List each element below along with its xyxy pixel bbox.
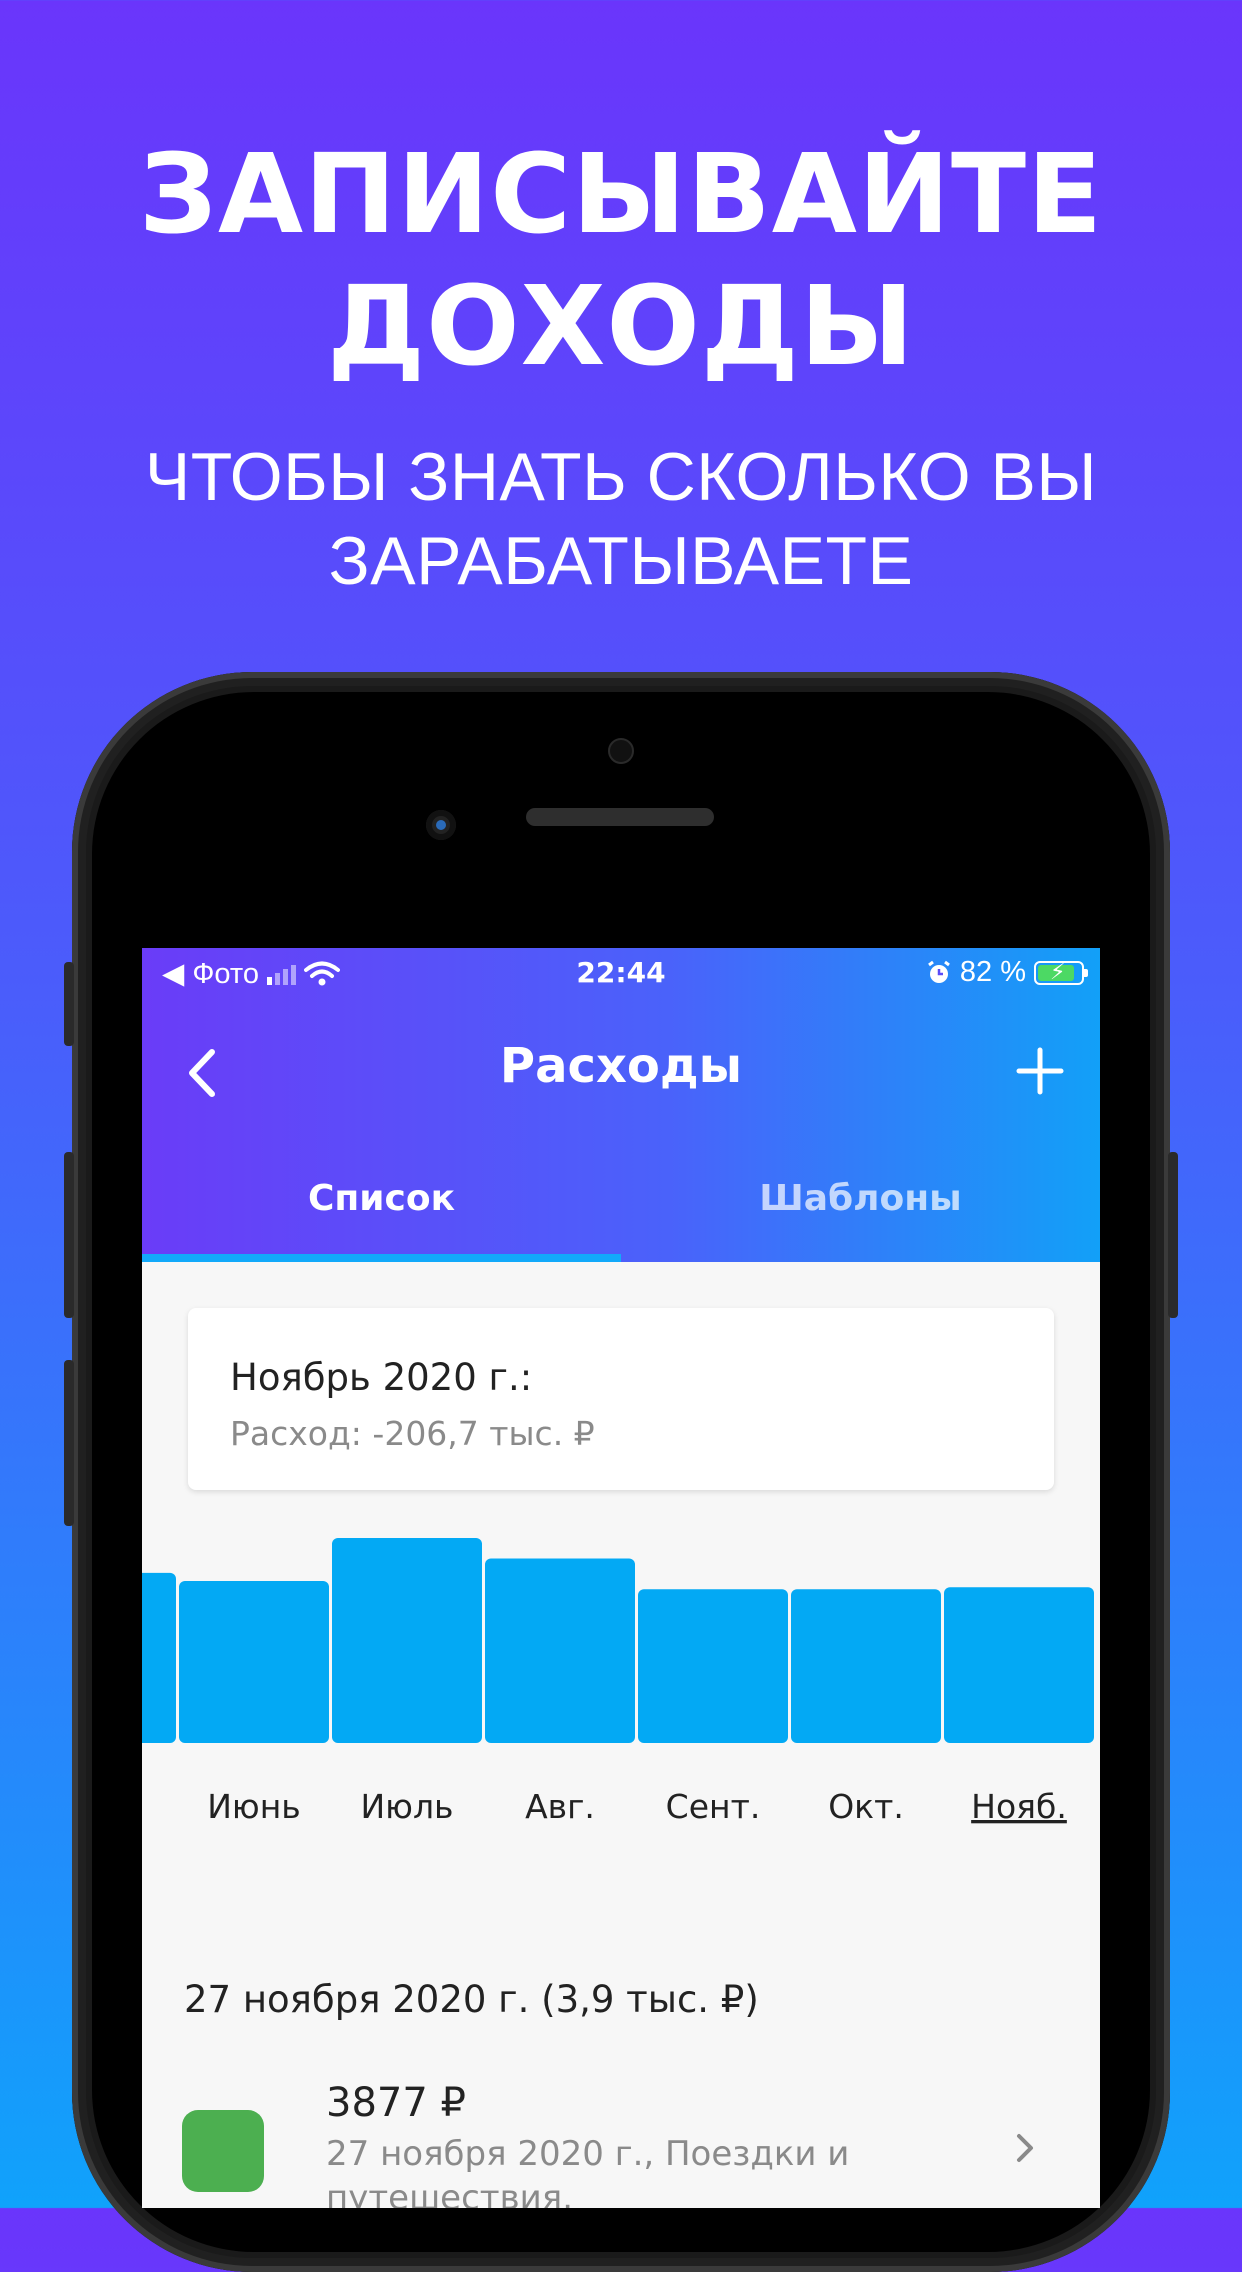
monthly-expense-chart: Июнь Июль Авг. Сент. Окт. Нояб. [142,1538,1094,1826]
chart-month-label-0[interactable]: Июнь [207,1787,301,1826]
chart-bar-previous [142,1572,176,1743]
transaction-description: 27 ноября 2020 г., Поездки и путешествия… [326,2134,850,2208]
promo-headline: ЗАПИСЫВАЙТЕ ДОХОДЫ [0,128,1242,392]
chart-month-label-3[interactable]: Сент. [666,1787,761,1826]
plus-icon[interactable] [1010,1036,1070,1106]
promo-subline: ЧТОБЫ ЗНАТЬ СКОЛЬКО ВЫ ЗАРАБАТЫВАЕТЕ [0,435,1242,603]
tab-list[interactable]: Список [142,1178,621,1219]
chart-bar-5[interactable] [944,1587,1094,1743]
chart-bar-3[interactable] [638,1589,788,1743]
month-summary-title: Ноябрь 2020 г.: [230,1356,533,1399]
chart-month-label-5[interactable]: Нояб. [971,1787,1067,1826]
chart-month-label-4[interactable]: Окт. [828,1787,904,1826]
subline-line-2: ЗАРАБАТЫВАЕТЕ [328,523,914,599]
app-screen: ◀ Фото 22:44 82 % ⚡ Расходы Список Шабло… [142,948,1100,2208]
headline-line-2: ДОХОДЫ [327,262,915,390]
earpiece-speaker [526,808,714,826]
battery-percent: 82 % [959,956,1026,988]
chart-month-label-2[interactable]: Авг. [525,1787,595,1826]
tab-indicator [142,1254,621,1262]
front-camera-icon [426,810,456,840]
chart-month-label-1[interactable]: Июль [360,1787,453,1826]
alarm-icon [927,960,950,983]
mute-switch [64,962,74,1046]
day-group-header: 27 ноября 2020 г. (3,9 тыс. ₽) [184,1978,759,2021]
month-summary-card[interactable]: Ноябрь 2020 г.: Расход: -206,7 тыс. ₽ [188,1308,1054,1490]
tab-templates[interactable]: Шаблоны [621,1178,1100,1219]
app-bar: ◀ Фото 22:44 82 % ⚡ Расходы Список Шабло… [142,948,1100,1262]
month-summary-expense: Расход: -206,7 тыс. ₽ [230,1414,595,1453]
transaction-row[interactable]: 3877 ₽ 27 ноября 2020 г., Поездки и путе… [142,2068,1100,2208]
subline-line-1: ЧТОБЫ ЗНАТЬ СКОЛЬКО ВЫ [144,439,1098,515]
status-bar: ◀ Фото 22:44 82 % ⚡ [142,948,1100,998]
transaction-amount: 3877 ₽ [326,2080,466,2126]
proximity-sensor [608,738,634,764]
chart-bar-1[interactable] [332,1538,482,1743]
chart-bar-4[interactable] [791,1589,941,1743]
category-color-icon [182,2110,264,2192]
headline-line-1: ЗАПИСЫВАЙТЕ [138,130,1104,258]
chevron-right-icon [1017,2134,1033,2162]
battery-icon: ⚡ [1034,959,1088,985]
volume-up-button [64,1152,74,1318]
status-right: 82 % ⚡ [926,956,1088,989]
power-button [1168,1152,1178,1318]
page-title: Расходы [499,1038,743,1094]
volume-down-button [64,1360,74,1526]
chart-bar-2[interactable] [485,1558,635,1744]
chart-bar-0[interactable] [179,1581,329,1743]
